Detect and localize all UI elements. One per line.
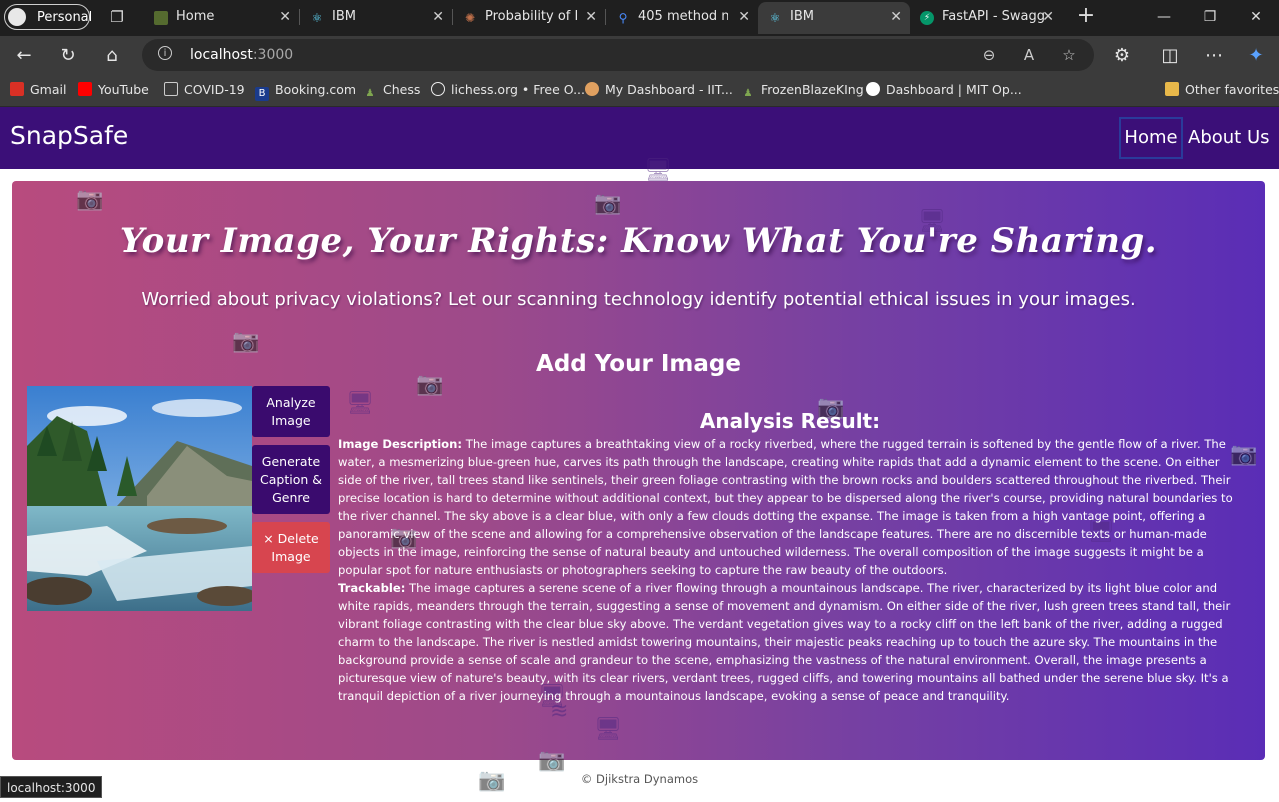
read-aloud-icon[interactable]: A <box>1018 44 1040 66</box>
river-landscape-image <box>27 386 252 611</box>
search-icon: ⚲ <box>618 11 628 25</box>
bookmark-youtube[interactable]: YouTube <box>78 76 149 104</box>
close-icon[interactable]: ✕ <box>1042 2 1054 32</box>
bookmark-mit[interactable]: Dashboard | MIT Op... <box>866 76 1022 104</box>
brand-logo[interactable]: SnapSafe <box>10 121 128 150</box>
address-bar[interactable]: i localhost:3000 ⊖ A ☆ <box>142 39 1094 71</box>
close-icon[interactable]: ✕ <box>279 2 291 32</box>
favorite-star-icon[interactable]: ☆ <box>1058 44 1080 66</box>
bookmark-frozenblazeking[interactable]: ♟ FrozenBlazeKIng <box>741 76 864 104</box>
zoom-icon[interactable]: ⊖ <box>978 44 1000 66</box>
tab-title: IBM <box>332 9 356 24</box>
close-window-button[interactable]: ✕ <box>1233 0 1279 34</box>
tab-fastapi[interactable]: ⚡ FastAPI - Swagge ✕ <box>910 2 1062 34</box>
tab-title: FastAPI - Swagge <box>942 9 1044 24</box>
hero-section: 📷 📷 🖥 📷 📷 🖥 📷 📷 🖥 📷 🖥 ≋ 🖥 📷 Your Image, … <box>12 181 1265 772</box>
restore-button[interactable]: ❐ <box>1187 0 1233 34</box>
tab-probability[interactable]: ✺ Probability of Re ✕ <box>453 2 605 34</box>
react-icon: ⚛ <box>311 11 323 25</box>
copilot-icon[interactable]: ✦ <box>1244 44 1268 68</box>
pawn-icon: ♟ <box>743 88 753 99</box>
profile-label: Personal <box>37 10 93 25</box>
gmail-icon <box>10 82 24 96</box>
camera-icon: 📷 <box>76 187 104 212</box>
nav-about-link[interactable]: About Us <box>1188 117 1270 159</box>
tab-ibm[interactable]: ⚛ IBM ✕ <box>300 2 452 34</box>
folder-icon <box>1165 82 1179 96</box>
delete-image-button[interactable]: × Delete Image <box>252 522 330 573</box>
browser-tab-bar: Personal ❐ Home ✕ ⚛ IBM ✕ ✺ Probability … <box>0 0 1279 36</box>
camera-icon: 📷 <box>416 372 444 397</box>
monitor-icon: 🖥 <box>594 717 622 742</box>
bookmark-covid[interactable]: COVID-19 <box>164 76 245 104</box>
info-icon[interactable]: i <box>158 46 172 60</box>
bookmark-gmail[interactable]: Gmail <box>10 76 66 104</box>
url-text[interactable]: localhost:3000 <box>190 39 293 71</box>
bookmark-booking[interactable]: B Booking.com <box>255 76 356 104</box>
hero-subline: Worried about privacy violations? Let ou… <box>141 289 1136 310</box>
back-icon[interactable]: ← <box>12 44 36 68</box>
generate-caption-button[interactable]: Generate Caption & Genre <box>252 445 330 514</box>
analyze-image-button[interactable]: Analyze Image <box>252 386 330 437</box>
bookmark-lichess[interactable]: lichess.org • Free O... <box>431 76 585 104</box>
lichess-icon <box>431 82 445 96</box>
nav-home-link[interactable]: Home <box>1119 117 1183 159</box>
analysis-result-body: Image Description: The image captures a … <box>338 435 1244 705</box>
trackable-description: Trackable: The image captures a serene s… <box>338 581 1231 703</box>
avatar <box>8 8 26 26</box>
hero-headline: Your Image, Your Rights: Know What You'r… <box>119 221 1158 261</box>
refresh-icon[interactable]: ↻ <box>56 44 80 68</box>
tab-title: 405 method not <box>638 9 728 24</box>
pawn-icon: ♟ <box>365 88 375 99</box>
close-icon[interactable]: ✕ <box>738 2 750 32</box>
extensions-icon[interactable]: ⚙ <box>1110 44 1134 68</box>
react-icon: ⚛ <box>769 11 781 25</box>
document-icon <box>164 82 178 96</box>
camera-icon: 📷 <box>538 748 566 773</box>
minimize-button[interactable]: — <box>1141 0 1187 34</box>
profile-button[interactable]: Personal <box>4 4 93 30</box>
page-icon <box>154 11 168 25</box>
other-favorites[interactable]: Other favorites <box>1165 76 1279 104</box>
tab-405[interactable]: ⚲ 405 method not ✕ <box>606 2 758 34</box>
bookmark-chess[interactable]: ♟ Chess <box>363 76 421 104</box>
new-tab-button[interactable]: + <box>1074 4 1098 28</box>
status-bar-url: localhost:3000 <box>0 776 103 798</box>
close-icon[interactable]: ✕ <box>890 2 902 32</box>
close-icon[interactable]: ✕ <box>585 2 597 32</box>
split-screen-icon[interactable]: ◫ <box>1158 44 1182 68</box>
monitor-icon: 🖥 <box>644 158 672 183</box>
address-toolbar: ← ↻ ⌂ i localhost:3000 ⊖ A ☆ ⚙ ◫ ⋯ ✦ <box>0 36 1279 76</box>
bookmark-dashboard-iit[interactable]: My Dashboard - IIT... <box>585 76 733 104</box>
dashboard-icon <box>585 82 599 96</box>
fastapi-icon: ⚡ <box>920 11 934 25</box>
footer-credit: © Djikstra Dynamos <box>580 772 699 786</box>
home-icon[interactable]: ⌂ <box>100 44 124 68</box>
booking-icon: B <box>255 87 269 101</box>
tab-title: IBM <box>790 9 814 24</box>
image-description: Image Description: The image captures a … <box>338 437 1233 577</box>
more-menu-icon[interactable]: ⋯ <box>1202 44 1226 68</box>
bookmarks-bar: Gmail YouTube COVID-19 B Booking.com ♟ Che… <box>0 76 1279 107</box>
youtube-icon <box>78 82 92 96</box>
camera-icon: 📷 <box>232 329 260 354</box>
tab-home[interactable]: Home ✕ <box>144 2 299 34</box>
analysis-result-title: Analysis Result: <box>699 409 881 433</box>
add-image-title: Add Your Image <box>536 351 741 377</box>
camera-icon: 📷 <box>594 191 622 216</box>
app-navbar: SnapSafe Home About Us <box>0 107 1279 169</box>
workspaces-icon[interactable]: ❐ <box>108 8 126 26</box>
tab-title: Probability of Re <box>485 9 577 24</box>
tab-ibm-active[interactable]: ⚛ IBM ✕ <box>758 2 910 34</box>
close-icon[interactable]: ✕ <box>432 2 444 32</box>
tab-title: Home <box>176 9 215 24</box>
sparkle-icon: ✺ <box>464 11 476 25</box>
uploaded-image-preview <box>27 386 252 611</box>
mit-icon <box>866 82 880 96</box>
